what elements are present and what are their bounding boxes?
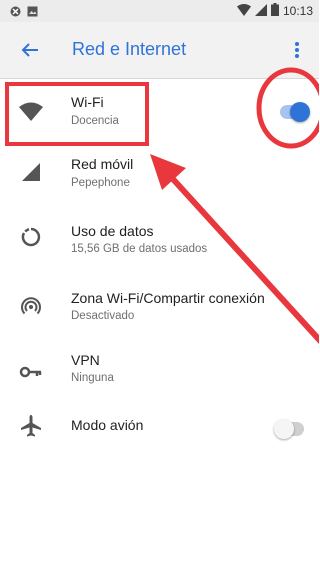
image-notification-icon <box>27 4 38 22</box>
status-time: 10:13 <box>282 4 313 18</box>
back-arrow-icon[interactable] <box>16 36 44 64</box>
setting-subtitle: Docencia <box>71 115 119 127</box>
setting-subtitle: Ninguna <box>71 372 114 384</box>
setting-mobile-network[interactable]: Red móvil Pepephone <box>0 142 319 202</box>
signal-status-icon <box>254 3 267 19</box>
setting-vpn[interactable]: VPN Ninguna <box>0 339 319 399</box>
hotspot-icon <box>18 294 44 320</box>
page-title: Red e Internet <box>72 39 187 59</box>
status-bar: 10:13 <box>0 0 319 22</box>
wifi-icon <box>18 99 44 125</box>
toggle-knob <box>290 102 310 122</box>
setting-wifi[interactable]: Wi-Fi Docencia <box>0 82 319 142</box>
vpn-key-icon <box>18 359 44 385</box>
airplane-mode-toggle[interactable] <box>274 419 304 439</box>
cellular-signal-icon <box>18 159 44 185</box>
battery-icon <box>270 3 279 19</box>
data-usage-icon <box>18 224 44 250</box>
more-options-icon[interactable] <box>287 36 307 64</box>
setting-subtitle: 15,56 GB de datos usados <box>71 243 208 255</box>
setting-label: Zona Wi-Fi/Compartir conexión <box>71 290 265 306</box>
wifi-status-icon <box>236 3 251 19</box>
toggle-knob <box>274 419 294 439</box>
setting-airplane-mode[interactable]: Modo avión <box>0 397 319 457</box>
setting-hotspot[interactable]: Zona Wi-Fi/Compartir conexión Desactivad… <box>0 274 319 334</box>
setting-subtitle: Desactivado <box>71 310 135 322</box>
setting-subtitle: Pepephone <box>71 177 130 189</box>
notification-blocked-icon <box>10 4 21 22</box>
airplane-icon <box>18 413 44 439</box>
app-bar: Red e Internet <box>0 22 319 79</box>
setting-label: Red móvil <box>71 156 134 172</box>
setting-label: Uso de datos <box>71 223 154 239</box>
setting-label: VPN <box>71 352 100 368</box>
setting-data-usage[interactable]: Uso de datos 15,56 GB de datos usados <box>0 207 319 267</box>
wifi-toggle[interactable] <box>280 102 310 122</box>
setting-label: Modo avión <box>71 417 144 433</box>
setting-label: Wi-Fi <box>71 94 104 110</box>
